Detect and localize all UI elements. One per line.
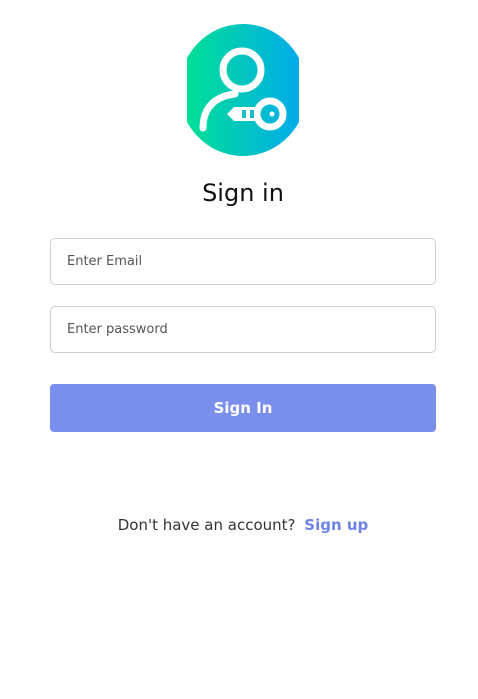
signup-prompt-text: Don't have an account? — [117, 516, 296, 534]
page-title: Sign in — [202, 179, 284, 207]
email-field[interactable] — [50, 238, 436, 285]
sign-in-button[interactable]: Sign In — [50, 384, 436, 432]
user-key-icon — [187, 24, 299, 156]
password-field[interactable] — [50, 306, 436, 353]
sign-up-link[interactable]: Sign up — [304, 516, 368, 534]
signup-prompt: Don't have an account? Sign up — [0, 515, 478, 535]
